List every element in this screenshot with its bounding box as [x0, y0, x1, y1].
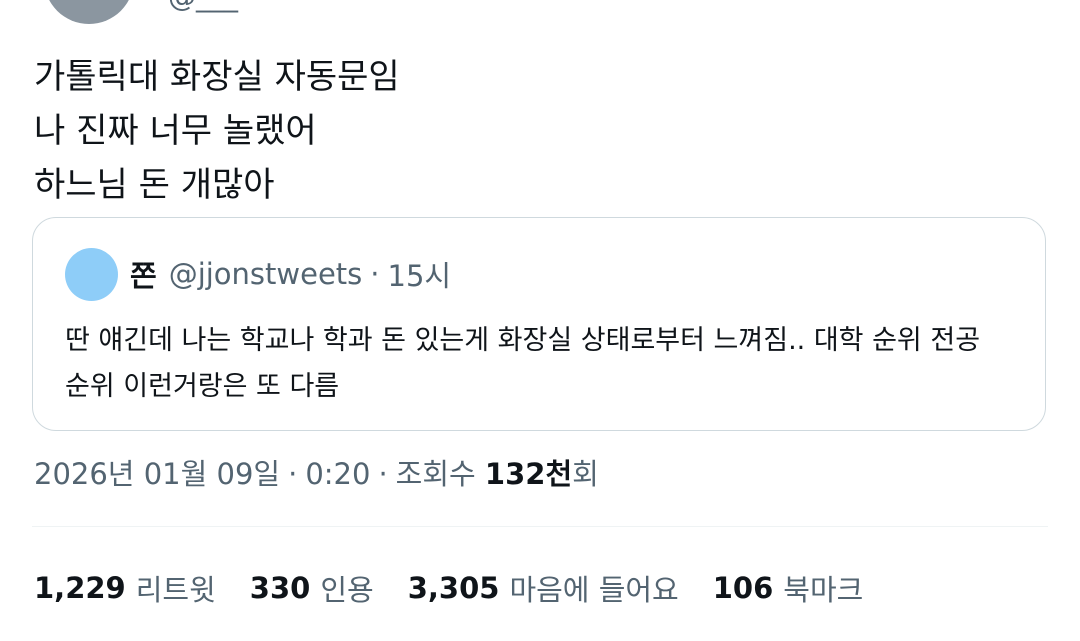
quoted-separator: · [370, 257, 380, 291]
retweets-stat[interactable]: 1,229 리트윗 [34, 567, 216, 609]
retweets-label: 리트윗 [135, 573, 216, 607]
author-handle[interactable]: @___ [168, 0, 238, 13]
quoted-tweet-header: 쫀 @jjonstweets · 15시 [65, 247, 452, 301]
bookmarks-stat[interactable]: 106 북마크 [713, 567, 864, 609]
quoted-timestamp[interactable]: 15시 [388, 253, 452, 295]
tweet-text: 가톨릭대 화장실 자동문임 나 진짜 너무 놀랬어 하느님 돈 개많아 [34, 50, 400, 212]
tweet-text-line: 가톨릭대 화장실 자동문임 [34, 57, 400, 97]
likes-stat[interactable]: 3,305 마음에 들어요 [408, 567, 679, 609]
quoted-text-line: 순위 이런거랑은 또 다름 [65, 371, 340, 402]
views-suffix: 회 [572, 457, 599, 491]
divider [32, 526, 1048, 527]
quoted-author-name[interactable]: 쫀 [130, 253, 157, 295]
bookmarks-label: 북마크 [783, 573, 864, 607]
author-avatar[interactable] [44, 0, 134, 24]
tweet-date[interactable]: 2026년 01월 09일 [34, 452, 280, 496]
quotes-label: 인용 [320, 573, 374, 607]
quoted-tweet-text: 딴 얘긴데 나는 학교나 학과 돈 있는게 화장실 상태로부터 느껴짐.. 대학… [65, 318, 1025, 410]
likes-label: 마음에 들어요 [509, 573, 679, 607]
quoted-text-line: 딴 얘긴데 나는 학교나 학과 돈 있는게 화장실 상태로부터 느껴짐.. 대학… [65, 325, 981, 356]
tweet-text-line: 나 진짜 너무 놀랬어 [34, 111, 317, 151]
tweet-text-line: 하느님 돈 개많아 [34, 165, 275, 205]
quoted-author-avatar[interactable] [65, 247, 118, 301]
bookmarks-count: 106 [712, 571, 774, 605]
quoted-tweet-card[interactable]: 쫀 @jjonstweets · 15시 딴 얘긴데 나는 학교나 학과 돈 있… [32, 217, 1046, 431]
meta-separator: · [288, 457, 298, 491]
quotes-count: 330 [249, 571, 311, 605]
engagement-stats: 1,229 리트윗 330 인용 3,305 마음에 들어요 106 북마크 [34, 566, 897, 610]
tweet-time[interactable]: 0:20 [305, 452, 370, 496]
quotes-stat[interactable]: 330 인용 [250, 567, 374, 609]
tweet-meta: 2026년 01월 09일 · 0:20 · 조회수 132천 회 [34, 452, 599, 496]
quoted-author-handle[interactable]: @jjonstweets [169, 257, 363, 291]
views-count: 132천 [484, 457, 573, 491]
likes-count: 3,305 [407, 571, 500, 605]
views-label: 조회수 [395, 457, 476, 491]
meta-separator: · [378, 457, 388, 491]
retweets-count: 1,229 [34, 571, 126, 605]
